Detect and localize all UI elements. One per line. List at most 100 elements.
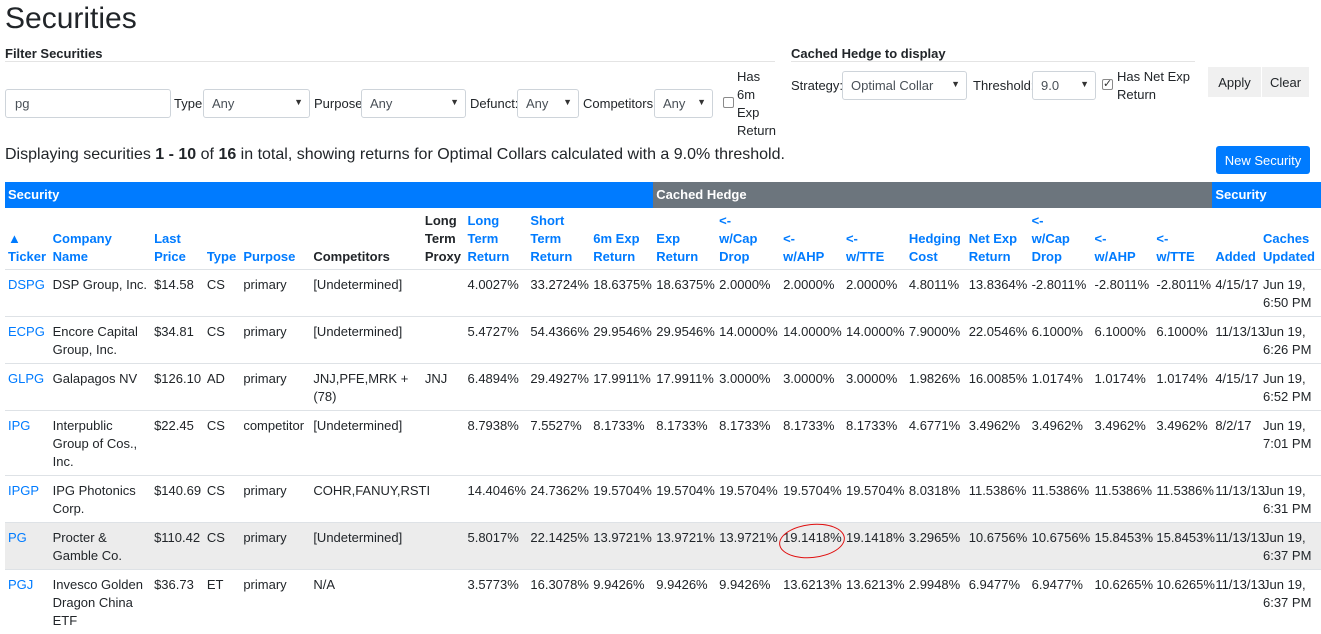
has-net-exp-return-label: Has Net Exp Return [1117, 68, 1190, 104]
new-security-button[interactable]: New Security [1216, 146, 1310, 174]
column-header-added[interactable]: Added [1212, 208, 1260, 270]
has-6m-exp-return-label: Has 6m Exp Return [737, 68, 776, 140]
ticker-link[interactable]: IPGP [5, 476, 50, 523]
table-cell: JNJ [422, 364, 465, 411]
table-cell: 10.6265% [1091, 570, 1153, 634]
column-header-purpose[interactable]: Purpose [240, 208, 310, 270]
table-cell: 3.2965% [906, 523, 966, 570]
table-cell: 14.0000% [780, 317, 843, 364]
strategy-label: Strategy: [791, 78, 843, 93]
apply-button[interactable]: Apply [1208, 67, 1261, 97]
table-cell: Invesco Golden Dragon China ETF [50, 570, 151, 634]
table-cell: 2.9948% [906, 570, 966, 634]
table-row: GLPGGalapagos NV$126.10ADprimaryJNJ,PFE,… [5, 364, 1321, 411]
table-cell: 6.4894% [464, 364, 527, 411]
table-row: IPGPIPG Photonics Corp.$140.69CSprimaryC… [5, 476, 1321, 523]
purpose-select[interactable]: Any▼ [361, 89, 466, 118]
table-cell: 1.0174% [1153, 364, 1212, 411]
group-header-security: Security [1212, 182, 1321, 208]
table-cell: 4.6771% [906, 411, 966, 476]
column-header-w-ahp[interactable]: <-w/AHP [1091, 208, 1153, 270]
table-cell: 13.9721% [590, 523, 653, 570]
table-cell: primary [240, 523, 310, 570]
table-cell: 4/15/17 [1212, 270, 1260, 317]
table-cell: 8.1733% [843, 411, 906, 476]
column-header-exp-return[interactable]: ExpReturn [653, 208, 716, 270]
table-cell: 3.0000% [716, 364, 780, 411]
table-cell: CS [204, 523, 241, 570]
table-cell: $126.10 [151, 364, 204, 411]
table-cell: $110.42 [151, 523, 204, 570]
column-header-w-tte[interactable]: <-w/TTE [843, 208, 906, 270]
ticker-link[interactable]: GLPG [5, 364, 50, 411]
caret-down-icon: ▼ [1080, 79, 1089, 89]
threshold-label: Threshold: [973, 78, 1034, 93]
table-cell: 19.5704% [780, 476, 843, 523]
table-cell: 15.8453% [1153, 523, 1212, 570]
competitors-label: Competitors: [583, 96, 657, 111]
table-cell: CS [204, 317, 241, 364]
column-header-6m-exp-return[interactable]: 6m ExpReturn [590, 208, 653, 270]
table-cell: 18.6375% [590, 270, 653, 317]
table-row: PGProcter & Gamble Co.$110.42CSprimary[U… [5, 523, 1321, 570]
table-cell: Jun 19, 6:37 PM [1260, 523, 1321, 570]
column-header-type[interactable]: Type [204, 208, 241, 270]
defunct-select[interactable]: Any▼ [517, 89, 579, 118]
strategy-select[interactable]: Optimal Collar▼ [842, 71, 967, 100]
page-title: Securities [5, 2, 137, 36]
column-header-caches-updated[interactable]: CachesUpdated [1260, 208, 1321, 270]
column-header-w-tte[interactable]: <-w/TTE [1153, 208, 1212, 270]
has-net-exp-return-checkbox[interactable] [1102, 79, 1113, 90]
table-cell: 3.5773% [464, 570, 527, 634]
table-cell: 17.9911% [590, 364, 653, 411]
column-header-hedging-cost[interactable]: HedgingCost [906, 208, 966, 270]
column-header-w-cap-drop[interactable]: <-w/CapDrop [1029, 208, 1092, 270]
divider [5, 61, 775, 62]
table-cell: 13.6213% [780, 570, 843, 634]
ticker-link[interactable]: PG [5, 523, 50, 570]
ticker-link[interactable]: PGJ [5, 570, 50, 634]
caret-down-icon: ▼ [697, 97, 706, 107]
table-cell: $34.81 [151, 317, 204, 364]
table-cell: [Undetermined] [310, 411, 422, 476]
table-cell: 13.8364% [966, 270, 1029, 317]
clear-button[interactable]: Clear [1262, 67, 1309, 97]
type-select[interactable]: Any▼ [203, 89, 310, 118]
table-cell: 6.1000% [1029, 317, 1092, 364]
table-cell: 5.8017% [464, 523, 527, 570]
table-cell: 22.1425% [527, 523, 590, 570]
table-cell: 11/13/13 [1212, 523, 1260, 570]
column-header-competitors: Competitors [310, 208, 422, 270]
table-cell: 14.0000% [716, 317, 780, 364]
column-header-short-term-return[interactable]: ShortTermReturn [527, 208, 590, 270]
table-cell: $14.58 [151, 270, 204, 317]
column-header-net-exp-return[interactable]: Net ExpReturn [966, 208, 1029, 270]
table-cell: 29.9546% [590, 317, 653, 364]
column-header-w-ahp[interactable]: <-w/AHP [780, 208, 843, 270]
column-header-ticker[interactable]: ▲Ticker [5, 208, 50, 270]
table-row: DSPGDSP Group, Inc.$14.58CSprimary[Undet… [5, 270, 1321, 317]
table-cell: -2.8011% [1029, 270, 1092, 317]
column-header-long-term-return[interactable]: LongTermReturn [464, 208, 527, 270]
ticker-link[interactable]: IPG [5, 411, 50, 476]
table-cell: 24.7362% [527, 476, 590, 523]
ticker-link[interactable]: ECPG [5, 317, 50, 364]
column-header-last-price[interactable]: LastPrice [151, 208, 204, 270]
table-cell: 29.9546% [653, 317, 716, 364]
table-cell: ET [204, 570, 241, 634]
column-header-company-name[interactable]: CompanyName [50, 208, 151, 270]
column-header-w-cap-drop[interactable]: <-w/CapDrop [716, 208, 780, 270]
table-row: ECPGEncore Capital Group, Inc.$34.81CSpr… [5, 317, 1321, 364]
type-select-value: Any [212, 96, 234, 111]
table-cell: 3.0000% [780, 364, 843, 411]
ticker-link[interactable]: DSPG [5, 270, 50, 317]
table-cell: AD [204, 364, 241, 411]
competitors-select[interactable]: Any▼ [654, 89, 713, 118]
search-input[interactable] [5, 89, 171, 118]
table-cell: 22.0546% [966, 317, 1029, 364]
threshold-select[interactable]: 9.0▼ [1032, 71, 1096, 100]
table-cell: 3.4962% [966, 411, 1029, 476]
table-cell: CS [204, 476, 241, 523]
has-6m-exp-return-checkbox[interactable] [723, 97, 734, 108]
table-cell: 13.9721% [653, 523, 716, 570]
